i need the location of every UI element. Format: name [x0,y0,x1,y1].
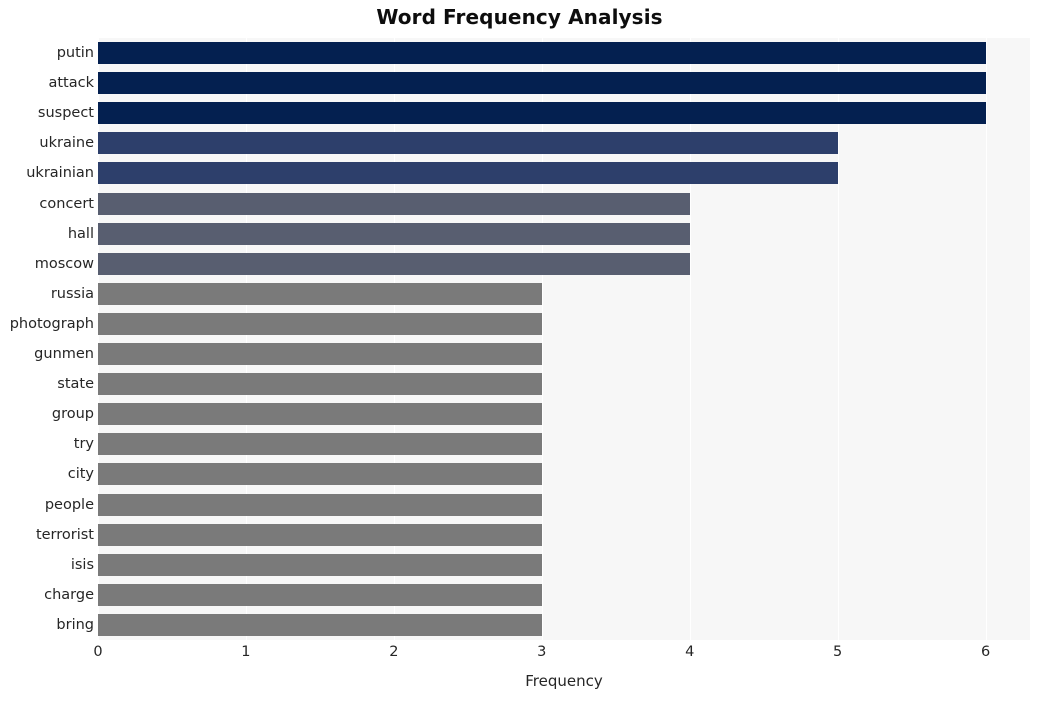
y-axis-tick-label: putin [56,45,94,62]
bar[interactable] [98,523,542,546]
y-axis-tick-labels: putin attack suspect ukraine ukrainian concer… [0,38,94,640]
y-axis-tick-label: state [57,376,94,393]
x-axis-tick-label: 2 [389,644,399,660]
y-axis-tick-label: charge [44,586,94,603]
bar[interactable] [98,312,542,335]
chart-title: Word Frequency Analysis [376,5,663,29]
bar[interactable] [98,613,542,636]
y-axis-tick-label: attack [48,75,94,92]
word-frequency-chart-figure: Word Frequency Analysis putin attack suspe… [0,0,1039,701]
bars-layer [98,38,1030,640]
x-axis-tick-label: 1 [241,644,251,660]
bar[interactable] [98,583,542,606]
bar[interactable] [98,252,690,275]
x-axis-label: Frequency [525,672,603,690]
bar[interactable] [98,72,986,95]
bar[interactable] [98,102,986,125]
x-axis-tick-label: 4 [685,644,695,660]
y-axis-tick-label: gunmen [34,346,94,363]
bar[interactable] [98,493,542,516]
y-axis-tick-label: moscow [34,255,94,272]
y-axis-tick-label: isis [70,556,94,573]
x-axis-tick-label: 3 [537,644,547,660]
y-axis-tick-label: ukraine [39,135,94,152]
y-axis-tick-label: try [73,436,94,453]
plot-area [98,38,1030,640]
x-axis-tick-label: 0 [93,644,103,660]
bar[interactable] [98,373,542,396]
bar[interactable] [98,433,542,456]
y-axis-tick-label: city [67,466,94,483]
bar[interactable] [98,553,542,576]
bar[interactable] [98,42,986,65]
bar[interactable] [98,403,542,426]
bar[interactable] [98,162,838,185]
bar[interactable] [98,132,838,155]
y-axis-tick-label: suspect [37,105,94,122]
x-axis-tick-labels: 0 1 2 3 4 5 6 [93,644,1030,666]
y-axis-tick-label: ukrainian [26,165,94,182]
bar[interactable] [98,463,542,486]
y-axis-tick-label: bring [56,616,94,633]
x-axis-tick-label: 5 [833,644,843,660]
bar[interactable] [98,222,690,245]
y-axis-tick-label: terrorist [35,526,94,543]
bar[interactable] [98,192,690,215]
bar[interactable] [98,282,542,305]
y-axis-tick-label: group [51,406,94,423]
x-axis-tick-label: 6 [980,644,991,660]
y-axis-tick-label: people [44,496,94,513]
y-axis-tick-label: photograph [9,315,94,332]
bar[interactable] [98,343,542,366]
y-axis-tick-label: russia [50,285,94,302]
y-axis-tick-label: hall [67,225,94,242]
y-axis-tick-label: concert [39,195,94,212]
